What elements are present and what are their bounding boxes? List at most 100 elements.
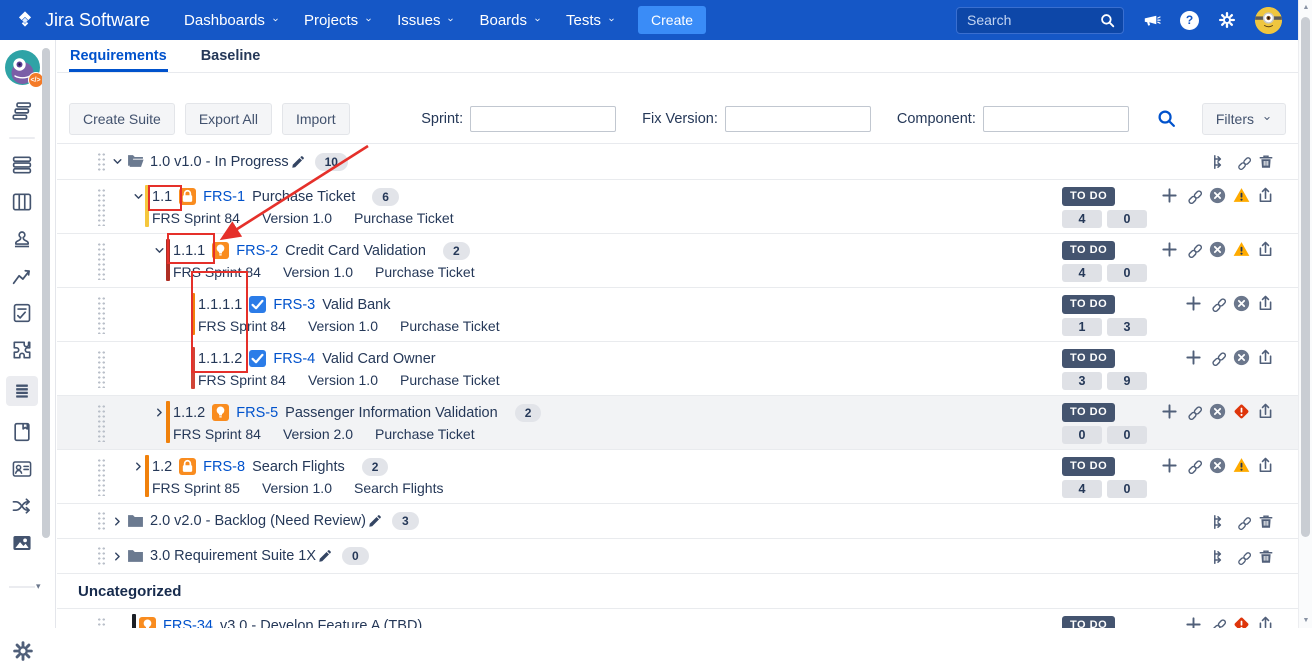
reports-chart-icon[interactable]: [11, 265, 33, 287]
nav-item-tests[interactable]: Tests: [554, 0, 628, 40]
move-hierarchy-icon[interactable]: [1212, 549, 1228, 565]
add-icon[interactable]: [1161, 187, 1178, 204]
link-icon[interactable]: [1235, 154, 1251, 170]
requirement-row[interactable]: 1.1.1 FRS-2 Credit Card Validation 2 FRS…: [57, 234, 1298, 288]
requirement-row[interactable]: 1.1.1.1 FRS-3 Valid Bank FRS Sprint 84 V…: [57, 288, 1298, 342]
jira-logo[interactable]: Jira Software: [14, 9, 150, 31]
suite-row[interactable]: 2.0 v2.0 - Backlog (Need Review) 3: [57, 504, 1298, 539]
help-icon[interactable]: ?: [1180, 11, 1199, 30]
page-scrollbar[interactable]: ▲ ▼: [1298, 0, 1312, 628]
link-icon[interactable]: [1185, 241, 1202, 258]
export-icon[interactable]: [1257, 616, 1274, 628]
tab-baseline[interactable]: Baseline: [200, 42, 262, 72]
nav-item-projects[interactable]: Projects: [292, 0, 385, 40]
import-button[interactable]: Import: [282, 103, 350, 135]
add-icon[interactable]: [1185, 616, 1202, 628]
issue-key-link[interactable]: FRS-3: [273, 297, 315, 313]
remove-x-circle-icon[interactable]: [1209, 187, 1226, 204]
filter-search-icon[interactable]: [1157, 109, 1176, 128]
component-input[interactable]: [983, 106, 1129, 132]
trash-icon[interactable]: [1258, 154, 1274, 170]
status-badge[interactable]: TO DO: [1062, 616, 1115, 628]
remove-x-circle-icon[interactable]: [1209, 241, 1226, 258]
status-badge[interactable]: TO DO: [1062, 241, 1115, 260]
move-hierarchy-icon[interactable]: [1212, 514, 1228, 530]
export-icon[interactable]: [1257, 349, 1274, 366]
link-icon[interactable]: [1185, 457, 1202, 474]
requirement-row-highlighted[interactable]: 1.1.2 FRS-5 Passenger Information Valida…: [57, 396, 1298, 450]
releases-stamp-icon[interactable]: [11, 228, 33, 250]
add-icon[interactable]: [1185, 295, 1202, 312]
announcements-megaphone-icon[interactable]: [1143, 11, 1161, 29]
edit-pencil-icon[interactable]: [368, 514, 382, 528]
edit-pencil-icon[interactable]: [291, 155, 305, 169]
nav-item-dashboards[interactable]: Dashboards: [172, 0, 292, 40]
profile-card-icon[interactable]: [11, 458, 33, 480]
export-icon[interactable]: [1257, 295, 1274, 312]
backlog-icon[interactable]: [11, 154, 33, 176]
project-avatar[interactable]: </>: [5, 50, 40, 85]
link-icon[interactable]: [1235, 514, 1251, 530]
add-icon[interactable]: [1161, 241, 1178, 258]
status-badge[interactable]: TO DO: [1062, 457, 1115, 476]
requirement-row[interactable]: 1.2 FRS-8 Search Flights 2 FRS Sprint 85…: [57, 450, 1298, 504]
move-hierarchy-icon[interactable]: [1212, 154, 1228, 170]
scrollbar-thumb[interactable]: [1301, 17, 1310, 537]
link-icon[interactable]: [1209, 295, 1226, 312]
sidebar-settings-gear-icon[interactable]: [12, 640, 34, 662]
issue-key-link[interactable]: FRS-8: [203, 459, 245, 475]
suite-row[interactable]: 3.0 Requirement Suite 1X 0: [57, 539, 1298, 574]
tab-requirements[interactable]: Requirements: [69, 42, 168, 72]
link-icon[interactable]: [1209, 349, 1226, 366]
sidebar-item-requirements-selected[interactable]: [6, 376, 38, 406]
error-diamond-icon[interactable]: [1233, 616, 1250, 628]
sidebar-scrollbar-thumb[interactable]: [42, 48, 50, 538]
test-checklist-icon[interactable]: [11, 302, 33, 324]
add-icon[interactable]: [1161, 457, 1178, 474]
board-icon[interactable]: [11, 191, 33, 213]
drag-handle[interactable]: [97, 458, 106, 496]
shuffle-icon[interactable]: [11, 495, 33, 517]
link-icon[interactable]: [1235, 549, 1251, 565]
requirement-row[interactable]: 1.1 FRS-1 Purchase Ticket 6 FRS Sprint 8…: [57, 180, 1298, 234]
nav-item-boards[interactable]: Boards: [467, 0, 554, 40]
export-icon[interactable]: [1257, 241, 1274, 258]
drag-handle[interactable]: [97, 511, 106, 531]
status-badge[interactable]: TO DO: [1062, 295, 1115, 314]
warning-triangle-icon[interactable]: [1233, 241, 1250, 258]
gear-icon[interactable]: [1218, 11, 1236, 29]
issue-key-link[interactable]: FRS-4: [273, 351, 315, 367]
issue-key-link[interactable]: FRS-1: [203, 189, 245, 205]
chevron-right-icon[interactable]: [131, 461, 145, 472]
create-suite-button[interactable]: Create Suite: [69, 103, 175, 135]
remove-x-circle-icon[interactable]: [1233, 295, 1250, 312]
drag-handle[interactable]: [97, 188, 106, 226]
status-badge[interactable]: TO DO: [1062, 187, 1115, 206]
add-icon[interactable]: [1185, 349, 1202, 366]
search-icon[interactable]: [1100, 13, 1115, 28]
warning-triangle-icon[interactable]: [1233, 187, 1250, 204]
drag-handle[interactable]: [97, 152, 106, 172]
export-all-button[interactable]: Export All: [185, 103, 272, 135]
status-badge[interactable]: TO DO: [1062, 349, 1115, 368]
link-icon[interactable]: [1185, 187, 1202, 204]
global-search[interactable]: [956, 7, 1124, 34]
document-icon[interactable]: [11, 421, 33, 443]
drag-handle[interactable]: [97, 546, 106, 566]
suite-row[interactable]: 1.0 v1.0 - In Progress 10: [57, 144, 1298, 180]
remove-x-circle-icon[interactable]: [1209, 403, 1226, 420]
create-button[interactable]: Create: [638, 6, 706, 34]
collapse-caret-icon[interactable]: ▾: [36, 581, 41, 592]
issue-key-link[interactable]: FRS-5: [236, 405, 278, 421]
user-avatar[interactable]: [1255, 7, 1282, 34]
issue-key-link[interactable]: FRS-2: [236, 243, 278, 259]
fix-version-input[interactable]: [725, 106, 871, 132]
scroll-up-arrow[interactable]: ▲: [1299, 0, 1312, 15]
trash-icon[interactable]: [1258, 549, 1274, 565]
media-image-icon[interactable]: [11, 532, 33, 554]
remove-x-circle-icon[interactable]: [1233, 349, 1250, 366]
requirement-row[interactable]: FRS-34 v3.0 - Develop Feature A (TBD) TO…: [57, 609, 1298, 628]
chevron-right-icon[interactable]: [110, 551, 124, 562]
search-input[interactable]: [965, 11, 1100, 29]
add-icon[interactable]: [1161, 403, 1178, 420]
